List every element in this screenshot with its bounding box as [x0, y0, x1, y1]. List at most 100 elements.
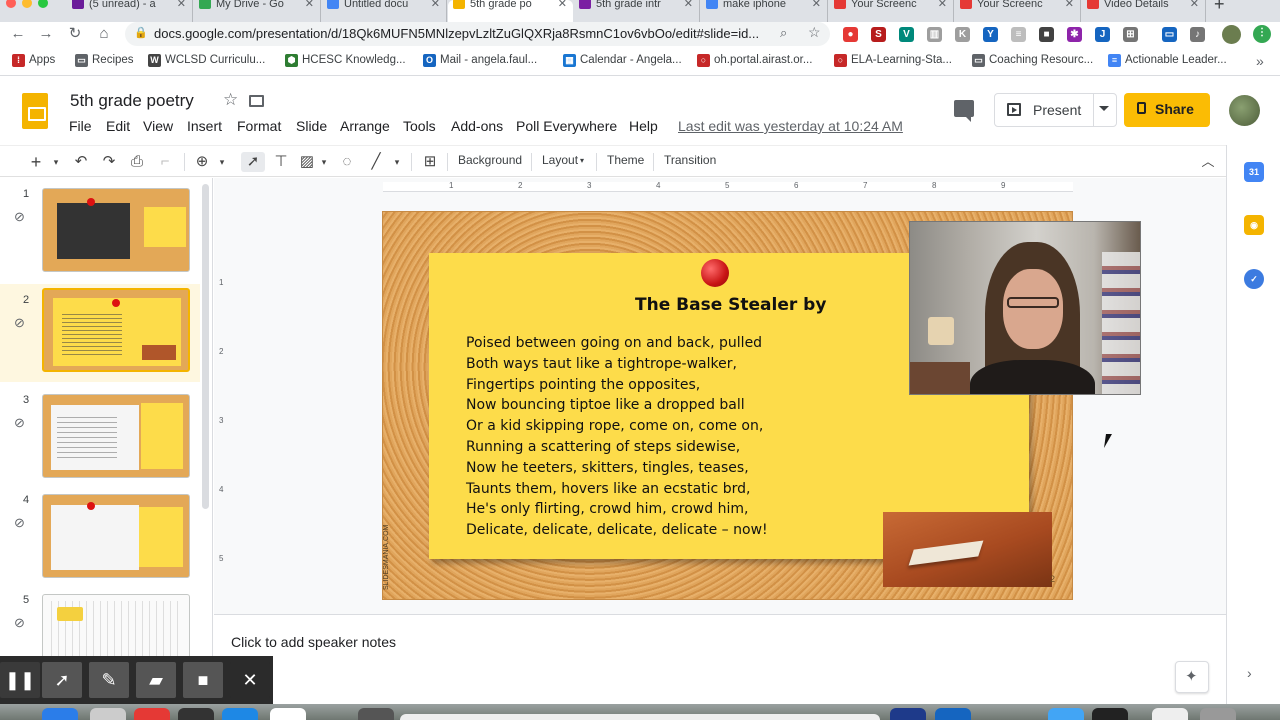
- bookmark-item[interactable]: ○ oh.portal.airast.or...: [697, 54, 812, 67]
- dock-app-icon[interactable]: [890, 708, 926, 720]
- extension-icon-9[interactable]: ✱: [1067, 27, 1082, 42]
- collapse-toolbar-icon[interactable]: ︿: [1198, 152, 1218, 172]
- expand-panel-icon[interactable]: ›: [1247, 665, 1252, 681]
- star-icon[interactable]: ☆: [223, 90, 238, 110]
- reload-icon[interactable]: ↻: [65, 24, 85, 44]
- back-icon[interactable]: ←: [8, 24, 28, 44]
- webcam-overlay[interactable]: [909, 221, 1141, 395]
- slide-thumbnail-row[interactable]: 3 ⊘: [0, 384, 200, 482]
- close-tab-icon[interactable]: ✕: [684, 0, 693, 10]
- undo-icon[interactable]: ↶: [72, 152, 90, 172]
- dock-app-icon[interactable]: [90, 708, 126, 720]
- browser-tab[interactable]: make iphone ✕: [701, 0, 828, 22]
- image-icon[interactable]: ▨: [297, 152, 317, 172]
- close-tab-icon[interactable]: ✕: [812, 0, 821, 10]
- extension-icon-2[interactable]: S: [871, 27, 886, 42]
- cast-icon[interactable]: ▭: [1162, 27, 1177, 42]
- layout-dropdown-icon[interactable]: ▾: [580, 156, 584, 165]
- move-folder-icon[interactable]: [249, 95, 264, 107]
- extension-icon-7[interactable]: ≡: [1011, 27, 1026, 42]
- close-recorder-icon[interactable]: ✕: [230, 662, 270, 698]
- menu-item[interactable]: Help: [629, 118, 658, 134]
- poem-text-box[interactable]: Poised between going on and back, pulled…: [466, 333, 768, 541]
- theme-button[interactable]: Theme: [607, 153, 644, 167]
- zoom-icon[interactable]: ⌕: [780, 25, 787, 41]
- slide-thumbnail[interactable]: [42, 288, 190, 372]
- more-bookmarks-icon[interactable]: »: [1256, 53, 1264, 69]
- slide-title[interactable]: The Base Stealer by: [635, 295, 826, 315]
- close-tab-icon[interactable]: ✕: [177, 0, 186, 10]
- menu-item[interactable]: Slide: [296, 118, 327, 134]
- pause-icon[interactable]: ❚❚: [0, 662, 40, 698]
- dock-app-icon[interactable]: [1092, 708, 1128, 720]
- shape-icon[interactable]: ◌: [337, 152, 357, 172]
- dock-app-icon[interactable]: [1048, 708, 1084, 720]
- text-box-icon[interactable]: ⊤: [271, 152, 291, 172]
- dock-app-icon[interactable]: [358, 708, 394, 720]
- home-icon[interactable]: ⌂: [94, 24, 114, 44]
- slides-logo-icon[interactable]: [22, 93, 48, 129]
- slide-thumbnail-row[interactable]: 4 ⊘: [0, 484, 200, 582]
- profile-icon[interactable]: [1222, 25, 1241, 44]
- slide-thumbnail-row[interactable]: 2 ⊘: [0, 284, 200, 382]
- browser-tab[interactable]: Video Details ✕: [1082, 0, 1206, 22]
- minimize-window-icon[interactable]: [22, 0, 32, 8]
- filmstrip-scrollbar[interactable]: [202, 184, 209, 509]
- keep-icon[interactable]: ◉: [1244, 215, 1264, 235]
- menu-item[interactable]: Add-ons: [451, 118, 503, 134]
- extension-icon-11[interactable]: ⊞: [1123, 27, 1138, 42]
- line-dropdown-icon[interactable]: ▾: [391, 152, 403, 172]
- new-tab-button[interactable]: +: [1214, 0, 1225, 15]
- avatar[interactable]: [1229, 95, 1260, 126]
- bookmark-item[interactable]: ▭ Coaching Resourc...: [972, 54, 1093, 67]
- baseball-base-photo[interactable]: [883, 512, 1052, 587]
- dock-app-icon[interactable]: [222, 708, 258, 720]
- dock-app-icon[interactable]: [178, 708, 214, 720]
- dock-app-icon[interactable]: [935, 708, 971, 720]
- dock-finder-icon[interactable]: [42, 708, 78, 720]
- close-window-icon[interactable]: [6, 0, 16, 8]
- menu-item[interactable]: View: [143, 118, 173, 134]
- menu-item[interactable]: Tools: [403, 118, 436, 134]
- pen-icon[interactable]: ✎: [89, 662, 129, 698]
- bookmark-item[interactable]: ▦ Calendar - Angela...: [563, 54, 682, 67]
- image-dropdown-icon[interactable]: ▾: [318, 152, 330, 172]
- browser-tab[interactable]: 5th grade intr ✕: [574, 0, 700, 22]
- new-slide-dropdown-icon[interactable]: ▾: [50, 152, 62, 172]
- redo-icon[interactable]: ↷: [100, 152, 118, 172]
- close-tab-icon[interactable]: ✕: [431, 0, 440, 10]
- menu-item[interactable]: Edit: [106, 118, 130, 134]
- extension-icon-10[interactable]: J: [1095, 27, 1110, 42]
- explore-button[interactable]: [1175, 661, 1209, 693]
- line-icon[interactable]: ╱: [366, 152, 386, 172]
- close-tab-icon[interactable]: ✕: [1190, 0, 1199, 10]
- browser-tab[interactable]: (5 unread) - a ✕: [67, 0, 193, 22]
- pointer-icon[interactable]: ➚: [42, 662, 82, 698]
- webcam-icon[interactable]: ■: [183, 662, 223, 698]
- dock-app-icon[interactable]: [134, 708, 170, 720]
- document-title[interactable]: 5th grade poetry: [70, 91, 194, 111]
- select-icon[interactable]: ➚: [241, 152, 265, 172]
- bookmark-item[interactable]: ○ ELA-Learning-Sta...: [834, 54, 952, 67]
- bookmark-item[interactable]: ▭ Recipes: [75, 54, 134, 67]
- extension-icon-5[interactable]: K: [955, 27, 970, 42]
- menu-icon[interactable]: ⋮: [1253, 25, 1271, 43]
- extension-icon-8[interactable]: ■: [1039, 27, 1054, 42]
- calendar-icon[interactable]: 31: [1244, 162, 1264, 182]
- dock-calendar-icon[interactable]: [270, 708, 306, 720]
- extension-icon-1[interactable]: ●: [843, 27, 858, 42]
- address-bar[interactable]: 🔒 docs.google.com/presentation/d/18Qk6MU…: [125, 22, 830, 46]
- menu-item[interactable]: Insert: [187, 118, 222, 134]
- browser-tab[interactable]: Your Screenc ✕: [829, 0, 954, 22]
- extension-icon-6[interactable]: Y: [983, 27, 998, 42]
- browser-tab[interactable]: Untitled docu ✕: [322, 0, 447, 22]
- browser-tab[interactable]: 5th grade po ✕: [448, 0, 573, 22]
- highlighter-icon[interactable]: ▰: [136, 662, 176, 698]
- menu-item[interactable]: Format: [237, 118, 281, 134]
- bookmark-item[interactable]: O Mail - angela.faul...: [423, 54, 537, 67]
- slide-thumbnail[interactable]: [42, 188, 190, 272]
- speaker-notes[interactable]: Click to add speaker notes: [214, 622, 1226, 656]
- bookmark-item[interactable]: ⁞ Apps: [12, 54, 55, 67]
- menu-item[interactable]: File: [69, 118, 92, 134]
- menu-item[interactable]: Poll Everywhere: [516, 118, 617, 134]
